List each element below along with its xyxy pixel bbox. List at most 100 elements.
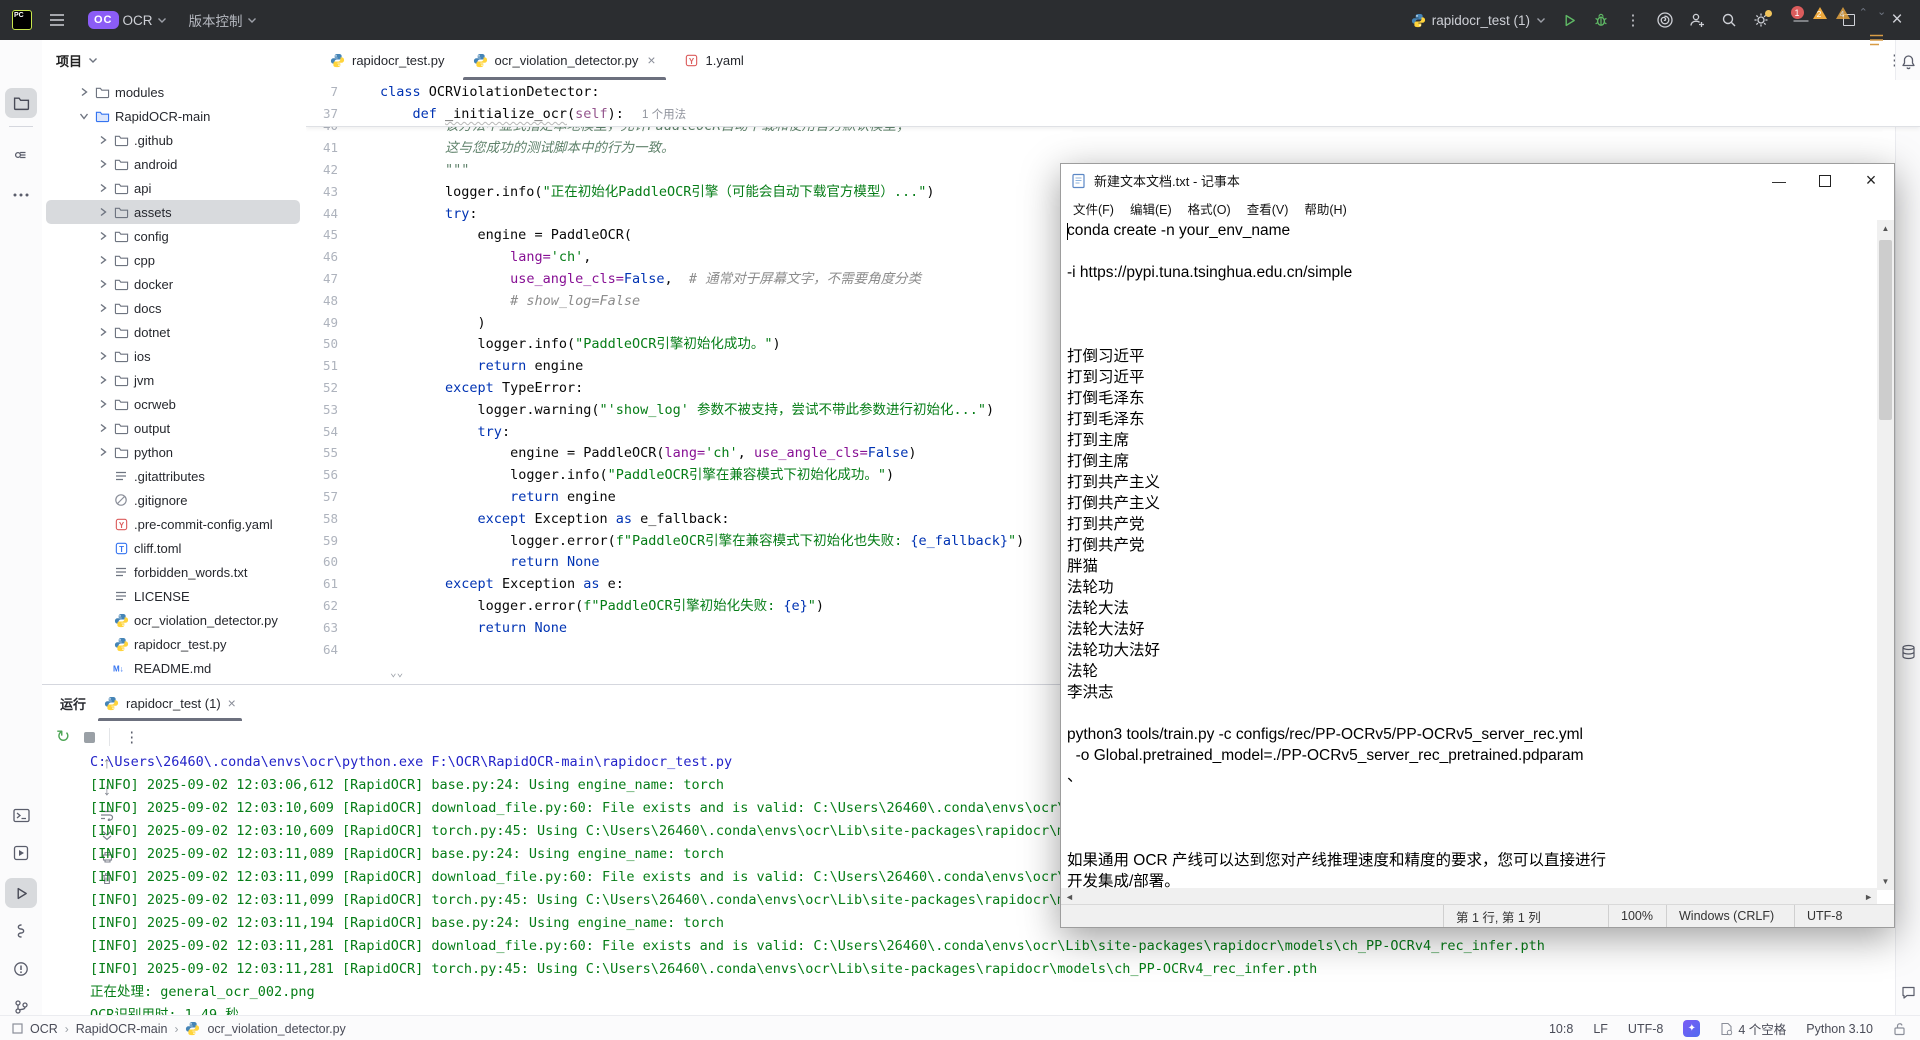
tree-item-modules[interactable]: modules (46, 80, 300, 104)
chevron-right-icon[interactable] (97, 254, 109, 266)
run-configuration-selector[interactable]: rapidocr_test (1) (1411, 13, 1546, 28)
tree-item-RapidOCR-main[interactable]: RapidOCR-main (46, 104, 300, 128)
line-separator[interactable]: LF (1593, 1022, 1608, 1036)
chevron-right-icon[interactable] (97, 182, 109, 194)
notepad-menu-E[interactable]: 编辑(E) (1122, 199, 1180, 218)
debug-button[interactable] (1586, 6, 1616, 34)
notepad-maximize-button[interactable] (1802, 164, 1848, 197)
close-tab-icon[interactable]: × (647, 52, 655, 68)
inspections-widget[interactable]: 1 2 4 ⌃ ⌃ (1791, 6, 1886, 19)
tree-item-cliff.toml[interactable]: Tcliff.toml (46, 536, 300, 560)
scroll-up-arrow[interactable]: ▲ (1877, 220, 1894, 237)
notepad-menu-H[interactable]: 帮助(H) (1296, 199, 1354, 218)
tree-item-config[interactable]: config (46, 224, 300, 248)
scroll-right-arrow[interactable]: ► (1864, 892, 1873, 902)
breadcrumb-project[interactable]: OCR (30, 1022, 58, 1036)
sticky-line-7[interactable]: 7class OCRViolationDetector: (306, 81, 1920, 103)
project-panel-header[interactable]: 项目 (42, 40, 98, 80)
python-packages-icon[interactable] (5, 916, 37, 946)
problems-icon[interactable] (5, 954, 37, 984)
chevron-right-icon[interactable] (97, 446, 109, 458)
ai-assistant-button[interactable] (1650, 6, 1680, 34)
scroll-down-arrow[interactable]: ▼ (1877, 873, 1894, 890)
chevron-right-icon[interactable] (97, 350, 109, 362)
tree-item-api[interactable]: api (46, 176, 300, 200)
tree-item-ocr_violation_detector.py[interactable]: ocr_violation_detector.py (46, 608, 300, 632)
tree-item-dotnet[interactable]: dotnet (46, 320, 300, 344)
notepad-menu-O[interactable]: 格式(O) (1180, 199, 1239, 218)
tree-item-android[interactable]: android (46, 152, 300, 176)
tree-item-docker[interactable]: docker (46, 272, 300, 296)
chevron-right-icon[interactable] (97, 158, 109, 170)
tree-item-.gitattributes[interactable]: .gitattributes (46, 464, 300, 488)
notepad-menu-V[interactable]: 查看(V) (1239, 199, 1297, 218)
python-interpreter[interactable]: Python 3.10 (1806, 1022, 1873, 1036)
breadcrumb-folder[interactable]: RapidOCR-main (76, 1022, 168, 1036)
tree-item-LICENSE[interactable]: LICENSE (46, 584, 300, 608)
services-icon[interactable] (5, 838, 37, 868)
sticky-line-37[interactable]: 37def _initialize_ocr(self): 1 个用法 (306, 103, 1920, 125)
settings-button[interactable] (1746, 6, 1776, 34)
weak-warning-badge[interactable]: 4 (1836, 7, 1850, 19)
code-folding-hint-icon[interactable]: ⌄⌄ (390, 666, 403, 679)
breadcrumb-file[interactable]: ocr_violation_detector.py (207, 1022, 345, 1036)
run-button[interactable] (1554, 6, 1584, 34)
error-badge[interactable]: 1 (1791, 6, 1804, 19)
run-icon[interactable] (5, 878, 37, 908)
tree-item-output[interactable]: output (46, 416, 300, 440)
unlocked-icon[interactable] (1893, 1022, 1906, 1036)
tree-item-ocrweb[interactable]: ocrweb (46, 392, 300, 416)
project-folder-icon[interactable] (5, 88, 37, 118)
tree-item-.gitignore[interactable]: .gitignore (46, 488, 300, 512)
notepad-menu-F[interactable]: 文件(F) (1065, 199, 1122, 218)
chevron-right-icon[interactable] (97, 230, 109, 242)
warning-badge[interactable]: 2 (1813, 7, 1827, 19)
scroll-left-arrow[interactable]: ◄ (1065, 892, 1074, 902)
tree-item-docs[interactable]: docs (46, 296, 300, 320)
tree-item-cpp[interactable]: cpp (46, 248, 300, 272)
chevron-right-icon[interactable] (97, 422, 109, 434)
notepad-horizontal-scrollbar[interactable]: ◄ ► (1061, 888, 1877, 905)
chevron-right-icon[interactable] (97, 398, 109, 410)
tree-item-forbidden_words.txt[interactable]: forbidden_words.txt (46, 560, 300, 584)
vcs-widget[interactable]: 版本控制 (183, 6, 263, 34)
next-problem-icon[interactable]: ⌃ (1877, 4, 1886, 17)
zoom-level[interactable]: 100% (1608, 905, 1666, 927)
editor-tab-rapidocr_test.py[interactable]: rapidocr_test.py (316, 40, 459, 80)
tree-item-python[interactable]: python (46, 440, 300, 464)
editor-tab-1.yaml[interactable]: Y1.yaml (670, 40, 758, 80)
chevron-right-icon[interactable] (97, 326, 109, 338)
code-with-me-button[interactable] (1682, 6, 1712, 34)
terminal-icon[interactable] (5, 800, 37, 830)
notepad-close-button[interactable]: × (1848, 164, 1894, 197)
tree-item-rapidocr_test.py[interactable]: rapidocr_test.py (46, 632, 300, 656)
database-icon[interactable] (1897, 640, 1919, 664)
editor-tab-ocr_violation_detector.py[interactable]: ocr_violation_detector.py× (459, 40, 670, 80)
chevron-right-icon[interactable] (97, 206, 109, 218)
caret-position[interactable]: 10:8 (1549, 1022, 1573, 1036)
indent-setting[interactable]: 4 个空格 (1720, 1019, 1786, 1038)
notepad-minimize-button[interactable]: — (1756, 164, 1802, 197)
main-menu-icon[interactable] (42, 6, 72, 34)
chevron-right-icon[interactable] (97, 278, 109, 290)
notifications-icon[interactable] (1897, 50, 1919, 74)
notepad-vertical-scrollbar[interactable]: ▲ ▼ (1877, 220, 1894, 890)
notepad-window[interactable]: 新建文本文档.txt - 记事本 — × 文件(F)编辑(E)格式(O)查看(V… (1060, 163, 1895, 928)
chat-icon[interactable] (1897, 980, 1919, 1004)
prev-problem-icon[interactable]: ⌃ (1859, 6, 1868, 19)
editor-menu-icon[interactable] (1869, 34, 1884, 46)
chevron-right-icon[interactable] (97, 302, 109, 314)
tree-item-jvm[interactable]: jvm (46, 368, 300, 392)
tree-item-assets[interactable]: assets (46, 200, 300, 224)
chevron-right-icon[interactable] (78, 86, 90, 98)
chevron-down-icon[interactable] (78, 110, 90, 122)
tree-item-.github[interactable]: .github (46, 128, 300, 152)
search-everywhere-button[interactable] (1714, 6, 1744, 34)
tree-item-.pre-commit-config.yaml[interactable]: Y.pre-commit-config.yaml (46, 512, 300, 536)
tree-item-ios[interactable]: ios (46, 344, 300, 368)
notepad-title-bar[interactable]: 新建文本文档.txt - 记事本 — × (1061, 164, 1894, 197)
project-widget[interactable]: OC OCR (82, 7, 173, 33)
chevron-right-icon[interactable] (97, 374, 109, 386)
ai-plugin-icon[interactable]: ✦ (1683, 1020, 1700, 1037)
scrollbar-thumb[interactable] (1879, 240, 1892, 420)
